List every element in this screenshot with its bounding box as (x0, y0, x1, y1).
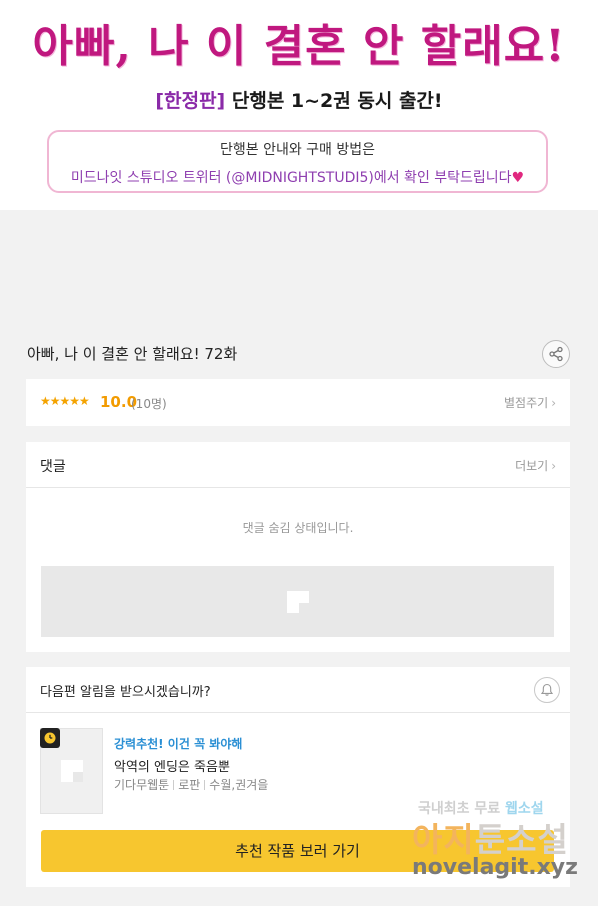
image-placeholder-icon (60, 760, 83, 782)
share-button[interactable] (542, 340, 570, 368)
meta-divider (173, 780, 175, 790)
heart-icon: ♥ (511, 170, 525, 186)
rate-button[interactable]: 별점주기 › (504, 394, 556, 411)
banner-subtitle-text: 단행본 1~2권 동시 출간! (231, 90, 443, 112)
ad-placeholder[interactable] (41, 566, 554, 637)
comments-more-button[interactable]: 더보기 › (515, 457, 556, 474)
recommend-meta-genre: 로판 (178, 778, 201, 792)
bell-icon (540, 683, 554, 696)
rating-count: (10명) (131, 397, 167, 411)
episode-title: 아빠, 나 이 결혼 안 할래요! 72화 (27, 345, 238, 363)
comments-label: 댓글 (40, 459, 66, 475)
banner-title: 아빠, 나 이 결혼 안 할래요! (32, 21, 566, 72)
clock-icon (44, 732, 56, 744)
wait-free-badge (40, 728, 60, 748)
recommend-meta: 기다무웹툰 로판 수월,권겨을 (114, 776, 268, 793)
rating-stars: ★★★★★ (40, 394, 90, 408)
share-icon (549, 346, 563, 362)
recommend-meta-authors: 수월,권겨을 (209, 778, 269, 792)
recommend-title[interactable]: 악역의 엔딩은 죽음뿐 (114, 756, 230, 775)
comments-header: 댓글 더보기 › (26, 442, 570, 488)
banner-info-line1: 단행본 안내와 구매 방법은 (219, 142, 376, 158)
banner-info-line2: 미드나잇 스튜디오 트위터 (@MIDNIGHTSTUDI5)에서 확인 부탁드… (49, 167, 546, 187)
watermark-url: novelagit.xyz (412, 855, 578, 880)
notify-header: 다음편 알림을 받으시겠습니까? (26, 667, 570, 713)
banner-subtitle-tag: [한정판] (155, 90, 226, 112)
promo-banner[interactable]: 아빠, 나 이 결혼 안 할래요! [한정판] 단행본 1~2권 동시 출간! … (0, 0, 598, 210)
recommend-meta-type: 기다무웹툰 (114, 778, 170, 792)
chevron-right-icon: › (551, 396, 556, 410)
rate-button-label: 별점주기 (504, 396, 549, 410)
recommend-tag: 강력추천! 이건 꼭 봐야해 (114, 737, 243, 751)
watermark-line2-b: 툰소설 (474, 820, 569, 859)
image-placeholder-icon (286, 590, 309, 613)
comments-hidden-message: 댓글 숨김 상태입니다. (242, 521, 354, 535)
notify-question: 다음편 알림을 받으시겠습니까? (40, 685, 211, 700)
comments-more-label: 더보기 (515, 459, 549, 473)
comments-card: 댓글 더보기 › 댓글 숨김 상태입니다. (26, 442, 570, 652)
banner-subtitle: [한정판] 단행본 1~2권 동시 출간! (0, 86, 598, 113)
watermark-line2-a: 아지 (412, 820, 475, 859)
rating-card: ★★★★★ 10.0 (10명) 별점주기 › (26, 379, 570, 426)
watermark-line2: 아지툰소설 (412, 813, 569, 861)
banner-info-line2-text: 미드나잇 스튜디오 트위터 (@MIDNIGHTSTUDI5)에서 확인 부탁드… (70, 170, 512, 186)
banner-info-box: 단행본 안내와 구매 방법은 미드나잇 스튜디오 트위터 (@MIDNIGHTS… (47, 130, 548, 193)
meta-divider (204, 780, 206, 790)
chevron-right-icon: › (551, 459, 556, 473)
notify-bell-button[interactable] (534, 677, 560, 703)
